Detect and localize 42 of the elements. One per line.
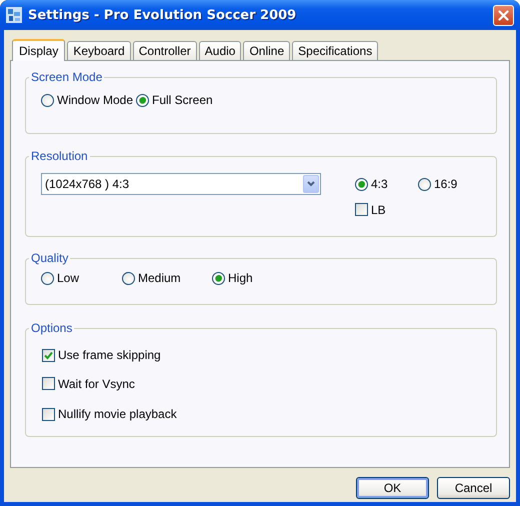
check-icon: [44, 350, 53, 360]
checkbox-label[interactable]: Use frame skipping: [58, 348, 161, 362]
radio-label[interactable]: 4:3: [371, 177, 388, 191]
group-title: Quality: [30, 251, 70, 265]
app-icon: [6, 7, 22, 23]
checkbox-label[interactable]: Wait for Vsync: [58, 376, 135, 390]
radio-label[interactable]: Low: [57, 271, 80, 285]
radio-label[interactable]: Medium: [138, 271, 181, 285]
dropdown[interactable]: (1024x768 ) 4:3: [41, 173, 321, 195]
radio-button[interactable]: [418, 178, 431, 190]
radio-button[interactable]: [212, 272, 225, 284]
chevron-down-icon: [307, 181, 315, 187]
radio-label[interactable]: 16:9: [434, 177, 458, 191]
radio-button[interactable]: [136, 94, 149, 106]
checkbox-label[interactable]: LB: [371, 202, 386, 217]
radio-button[interactable]: [122, 272, 135, 284]
radio-button[interactable]: [355, 178, 368, 190]
ok-button[interactable]: OK: [356, 477, 429, 499]
tab[interactable]: Specifications: [292, 41, 378, 60]
group-title: Resolution: [30, 149, 89, 163]
close-button[interactable]: [493, 4, 514, 26]
checkbox[interactable]: [42, 408, 55, 420]
group-title: Screen Mode: [30, 70, 104, 84]
window-title: Settings - Pro Evolution Soccer 2009: [28, 8, 298, 22]
tab[interactable]: Audio: [198, 41, 242, 60]
group-title: Options: [30, 321, 74, 335]
radio-button[interactable]: [41, 94, 54, 106]
checkbox[interactable]: [42, 348, 55, 362]
cancel-button[interactable]: Cancel: [437, 477, 510, 499]
checkbox-label[interactable]: Nullify movie playback: [58, 407, 177, 421]
dropdown-button[interactable]: [303, 175, 319, 193]
checkbox[interactable]: [355, 203, 368, 216]
tab[interactable]: Controller: [132, 41, 197, 60]
tab[interactable]: Display: [12, 39, 66, 61]
radio-label[interactable]: Full Screen: [152, 93, 213, 107]
radio-label[interactable]: Window Mode: [57, 93, 134, 107]
checkbox[interactable]: [42, 377, 55, 390]
radio-button[interactable]: [41, 272, 54, 284]
tab[interactable]: Online: [243, 41, 290, 60]
radio-label[interactable]: High: [228, 271, 253, 285]
close-icon: [498, 10, 509, 20]
tab[interactable]: Keyboard: [67, 41, 131, 60]
